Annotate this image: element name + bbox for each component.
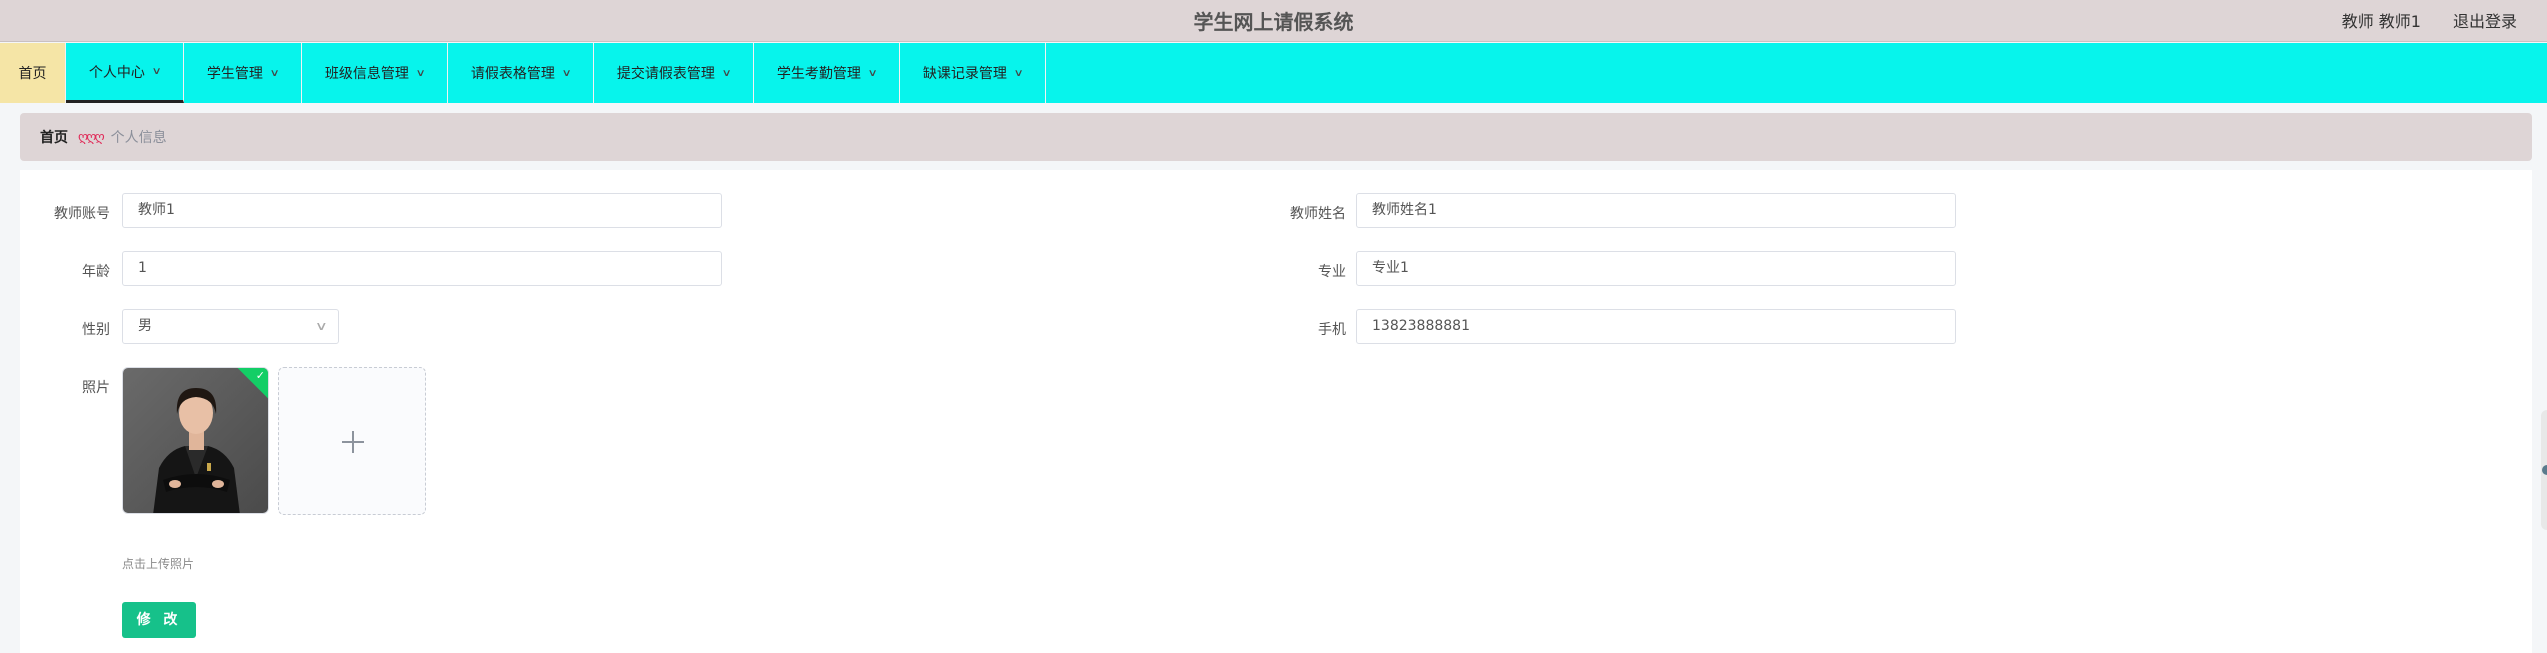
account-field[interactable]: 教师1 [122,193,722,228]
nav-item-label: 班级信息管理 [324,66,409,82]
name-field[interactable]: 教师姓名1 [1356,193,1956,228]
nav-leave-form-management[interactable]: 请假表格管理 ∨ [448,43,594,103]
nav-item-label: 提交请假表管理 [616,66,715,82]
side-handle-dot [2542,465,2547,475]
phone-field[interactable]: 13823888881 [1356,309,1956,344]
nav-absence-record-management[interactable]: 缺课记录管理 ∨ [900,43,1046,103]
nav-item-label: 学生管理 [206,66,263,82]
age-field[interactable]: 1 [122,251,722,286]
name-label: 教师姓名 [1290,206,1346,222]
nav-item-label: 缺课记录管理 [922,66,1007,82]
gender-selected-value: 男 [138,318,152,334]
uploaded-photo[interactable]: ✓ [122,367,269,514]
nav-submitted-leave-management[interactable]: 提交请假表管理 ∨ [594,43,754,103]
chevron-down-icon: ∨ [269,67,280,79]
chevron-down-icon: ∨ [867,67,878,79]
upload-tip: 点击上传照片 [122,557,195,571]
breadcrumb: 首页 ღღღ 个人信息 [20,113,2532,161]
chevron-down-icon: ∨ [561,67,572,79]
major-label: 专业 [1318,264,1346,280]
nav-student-management[interactable]: 学生管理 ∨ [184,43,302,103]
plus-icon-vertical [352,431,354,453]
nav-item-label: 请假表格管理 [470,66,555,82]
nav-home-label: 首页 [18,66,47,82]
chevron-down-icon: ∨ [315,319,329,333]
account-label: 教师账号 [54,206,110,222]
nav-item-label: 个人中心 [88,64,145,81]
phone-label: 手机 [1318,322,1346,338]
chevron-down-icon: ∨ [415,67,426,79]
breadcrumb-current: 个人信息 [110,130,167,146]
nav-class-info-management[interactable]: 班级信息管理 ∨ [302,43,448,103]
gender-select[interactable]: 男 ∨ [122,309,339,344]
chevron-down-icon: ∨ [721,67,732,79]
top-bar: 学生网上请假系统 教师 教师1 退出登录 [0,0,2547,42]
chevron-down-icon: ∨ [151,66,162,77]
breadcrumb-home[interactable]: 首页 [40,127,68,147]
check-icon: ✓ [255,369,265,382]
photo-label: 照片 [82,380,110,396]
logout-link[interactable]: 退出登录 [2453,8,2517,32]
portrait-image [123,368,268,513]
user-info: 教师 教师1 [2341,12,2421,31]
nav-home[interactable]: 首页 [0,43,66,103]
nav-personal-center[interactable]: 个人中心 ∨ [66,43,184,103]
age-label: 年龄 [82,264,110,280]
nav-attendance-management[interactable]: 学生考勤管理 ∨ [754,43,900,103]
gender-label: 性别 [82,322,110,338]
major-field[interactable]: 专业1 [1356,251,1956,286]
app-title: 学生网上请假系统 [1193,10,1354,34]
upload-photo-button[interactable] [278,367,426,515]
modify-button[interactable]: 修 改 [122,602,196,638]
chevron-down-icon: ∨ [1013,67,1024,79]
nav-item-label: 学生考勤管理 [776,66,861,82]
breadcrumb-separator-icon: ღღღ [78,129,105,145]
main-nav: 首页 个人中心 ∨ 学生管理 ∨ 班级信息管理 ∨ 请假表格管理 ∨ 提交请假表… [0,43,2547,103]
